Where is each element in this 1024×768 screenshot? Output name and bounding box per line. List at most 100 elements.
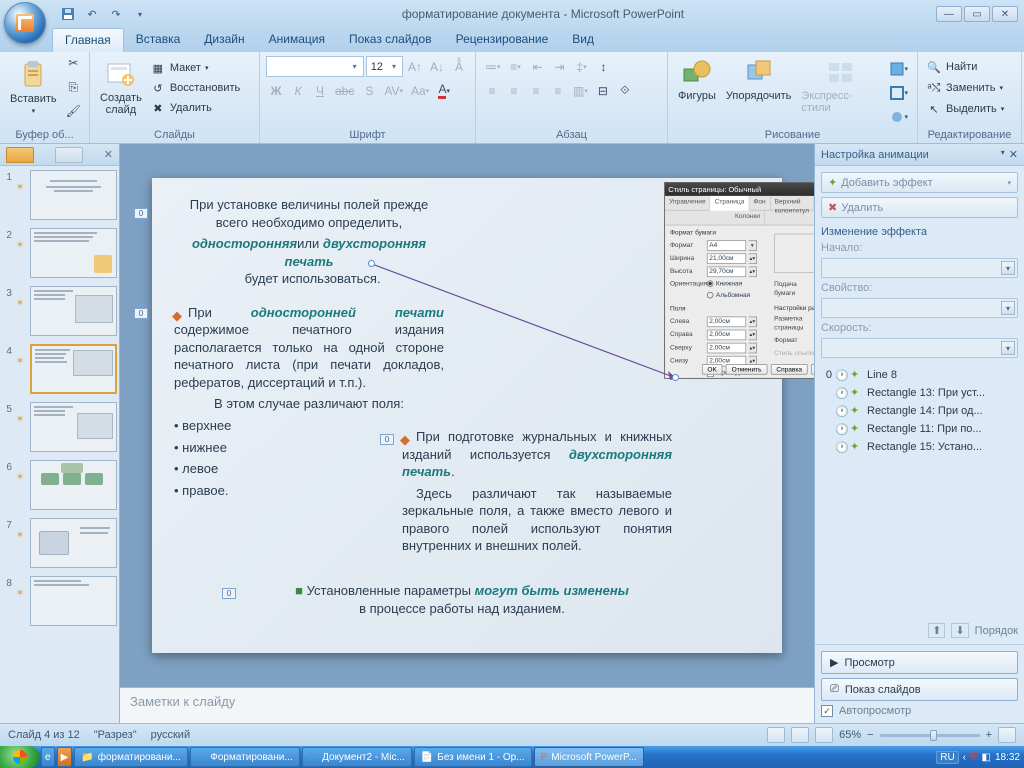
- status-language[interactable]: русский: [151, 729, 190, 741]
- maximize-button[interactable]: ▭: [964, 6, 990, 22]
- tab-review[interactable]: Рецензирование: [444, 28, 561, 52]
- strike-icon[interactable]: abc: [332, 80, 357, 101]
- tray-clock[interactable]: 18:32: [995, 752, 1020, 763]
- tray-language[interactable]: RU: [936, 751, 958, 764]
- align-center-icon[interactable]: ≡: [504, 80, 524, 101]
- tab-insert[interactable]: Вставка: [124, 28, 193, 52]
- remove-effect-button[interactable]: ✖Удалить: [821, 197, 1018, 218]
- tab-view[interactable]: Вид: [560, 28, 606, 52]
- thumbnail-6[interactable]: 6✶: [2, 460, 117, 510]
- animation-item[interactable]: 🕐✦Rectangle 13: При уст...: [821, 384, 1018, 402]
- animation-item[interactable]: 🕐✦Rectangle 14: При од...: [821, 402, 1018, 420]
- taskbar-item[interactable]: 📁форматировани...: [74, 747, 188, 767]
- format-painter-icon[interactable]: 🖌: [63, 101, 84, 122]
- thumbnail-3[interactable]: 3✶: [2, 286, 117, 336]
- autopreview-checkbox[interactable]: ✓: [821, 705, 833, 717]
- select-button[interactable]: ↖Выделить▾: [924, 100, 1015, 118]
- thumbnail-7[interactable]: 7✶: [2, 518, 117, 568]
- slideshow-view-icon[interactable]: [815, 727, 833, 743]
- animation-item[interactable]: 🕐✦Rectangle 15: Устано...: [821, 438, 1018, 456]
- undo-icon[interactable]: ↶: [82, 4, 102, 24]
- animation-list[interactable]: 0🕐✦Line 8 🕐✦Rectangle 13: При уст... 🕐✦R…: [821, 366, 1018, 619]
- animation-item[interactable]: 0🕐✦Line 8: [821, 366, 1018, 384]
- justify-icon[interactable]: ≡: [548, 80, 568, 101]
- shadow-icon[interactable]: S: [359, 80, 379, 101]
- columns-icon[interactable]: ▥▾: [570, 80, 591, 101]
- delete-slide-button[interactable]: ✖Удалить: [148, 99, 242, 117]
- italic-icon[interactable]: К: [288, 80, 308, 101]
- case-icon[interactable]: Aa▾: [408, 80, 432, 101]
- shape-outline-icon[interactable]: ▾: [887, 82, 911, 103]
- align-text-icon[interactable]: ⊟: [593, 80, 613, 101]
- numbering-icon[interactable]: ≡▾: [506, 56, 526, 77]
- tab-home[interactable]: Главная: [52, 28, 124, 52]
- underline-icon[interactable]: Ч: [310, 80, 330, 101]
- taskbar-item[interactable]: WДокумент2 - Mic...: [302, 747, 412, 767]
- font-size-combo[interactable]: 12▾: [366, 56, 403, 77]
- redo-icon[interactable]: ↷: [106, 4, 126, 24]
- align-left-icon[interactable]: ≡: [482, 80, 502, 101]
- sorter-view-icon[interactable]: [791, 727, 809, 743]
- pane-dropdown-icon[interactable]: ▾: [1001, 148, 1005, 161]
- preview-button[interactable]: ▶Просмотр: [821, 651, 1018, 674]
- zoom-slider[interactable]: [880, 734, 980, 737]
- thumbnail-1[interactable]: 1✶: [2, 170, 117, 220]
- new-slide-button[interactable]: Создать слайд: [96, 56, 146, 118]
- shrink-font-icon[interactable]: A↓: [427, 56, 447, 77]
- replace-button[interactable]: ᵃ⤭Заменить▾: [924, 79, 1015, 97]
- save-icon[interactable]: [58, 4, 78, 24]
- layout-button[interactable]: ▦Макет ▾: [148, 59, 242, 77]
- quick-launch-ie[interactable]: e: [41, 747, 55, 767]
- notes-pane[interactable]: Заметки к слайду: [120, 687, 814, 723]
- animation-item[interactable]: 🕐✦Rectangle 11: При по...: [821, 420, 1018, 438]
- office-button[interactable]: [4, 2, 46, 44]
- text-direction-icon[interactable]: ↕: [594, 56, 614, 77]
- start-button[interactable]: [0, 746, 40, 768]
- bold-icon[interactable]: Ж: [266, 80, 286, 101]
- slideshow-button[interactable]: ⎚Показ слайдов: [821, 678, 1018, 701]
- smartart-icon[interactable]: ⟐: [615, 80, 635, 101]
- thumbnail-8[interactable]: 8✶: [2, 576, 117, 626]
- thumbnail-tab-slides[interactable]: [6, 147, 34, 163]
- shape-effects-icon[interactable]: ▾: [887, 106, 911, 127]
- font-color-icon[interactable]: A▾: [434, 80, 454, 101]
- clear-format-icon[interactable]: Aͯ: [449, 56, 469, 77]
- copy-icon[interactable]: ⎘: [63, 77, 84, 98]
- reorder-down-icon[interactable]: ⬇: [951, 623, 968, 638]
- quick-launch-player[interactable]: ▶: [57, 747, 73, 767]
- tab-design[interactable]: Дизайн: [192, 28, 256, 52]
- quick-styles-button[interactable]: Экспресс-стили: [797, 54, 885, 116]
- arrange-button[interactable]: Упорядочить: [722, 54, 795, 104]
- grow-font-icon[interactable]: A↑: [405, 56, 425, 77]
- thumbnail-tab-outline[interactable]: [55, 147, 83, 163]
- speed-combo[interactable]: ▾: [821, 338, 1018, 358]
- reset-button[interactable]: ↺Восстановить: [148, 79, 242, 97]
- shape-fill-icon[interactable]: ▾: [887, 58, 911, 79]
- find-button[interactable]: 🔍Найти: [924, 58, 1015, 76]
- tab-slideshow[interactable]: Показ слайдов: [337, 28, 444, 52]
- start-combo[interactable]: ▾: [821, 258, 1018, 278]
- zoom-out-icon[interactable]: −: [867, 729, 873, 741]
- taskbar-item[interactable]: 📄Без имени 1 - Op...: [414, 747, 532, 767]
- tray-chevron-icon[interactable]: ‹: [963, 752, 966, 763]
- taskbar-item-active[interactable]: PMicrosoft PowerP...: [534, 747, 644, 767]
- font-family-combo[interactable]: ▾: [266, 56, 364, 77]
- fit-window-icon[interactable]: [998, 727, 1016, 743]
- close-thumbnail-panel[interactable]: ✕: [104, 148, 113, 161]
- line-spacing-icon[interactable]: ‡▾: [572, 56, 592, 77]
- slide-canvas[interactable]: 0 0 0 0 При установке величины полей пре…: [152, 178, 782, 653]
- minimize-button[interactable]: ―: [936, 6, 962, 22]
- cut-icon[interactable]: ✂: [63, 53, 84, 74]
- indent-dec-icon[interactable]: ⇤: [528, 56, 548, 77]
- tray-app-icon[interactable]: ◧: [982, 752, 991, 763]
- thumbnail-4[interactable]: 4✶: [2, 344, 117, 394]
- qat-dropdown-icon[interactable]: ▾: [130, 4, 150, 24]
- close-button[interactable]: ✕: [992, 6, 1018, 22]
- bullets-icon[interactable]: ≔▾: [482, 56, 504, 77]
- shapes-button[interactable]: Фигуры: [674, 54, 720, 104]
- normal-view-icon[interactable]: [767, 727, 785, 743]
- add-effect-button[interactable]: ✦Добавить эффект ▾: [821, 172, 1018, 193]
- tab-animation[interactable]: Анимация: [257, 28, 337, 52]
- zoom-in-icon[interactable]: +: [986, 729, 992, 741]
- thumbnail-2[interactable]: 2✶: [2, 228, 117, 278]
